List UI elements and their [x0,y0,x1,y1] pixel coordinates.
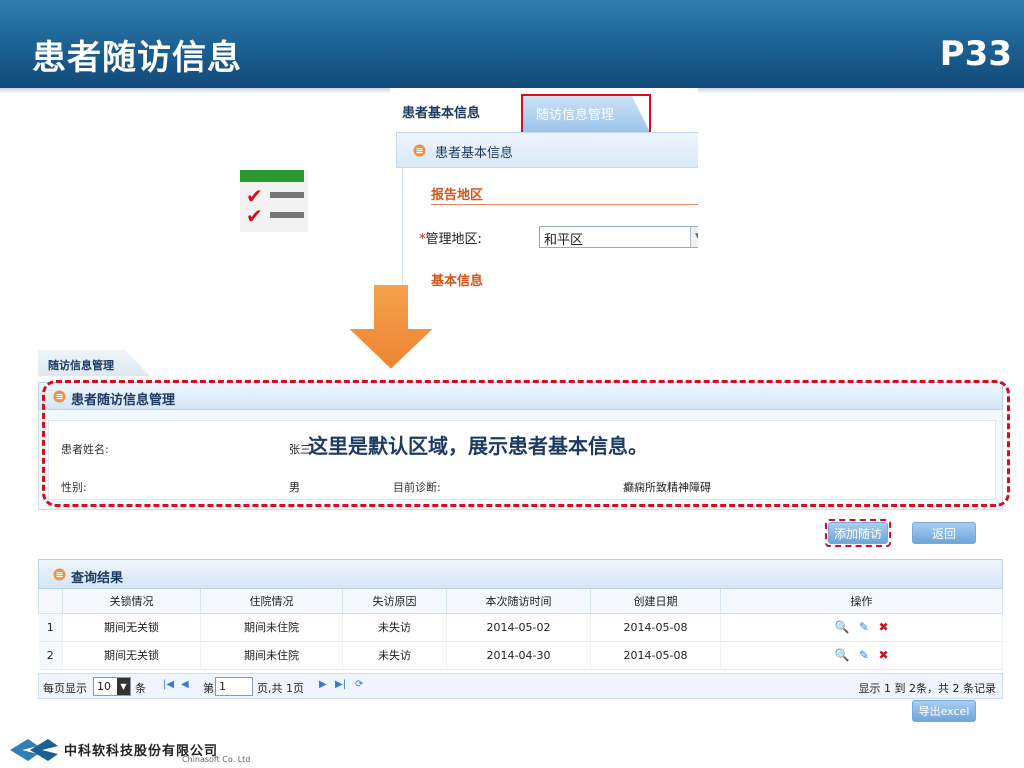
admin-area-select[interactable]: 和平区 ▼ [539,226,698,248]
view-icon[interactable]: 🔍 [834,648,849,662]
column-header[interactable]: 创建日期 [590,589,721,614]
add-button-highlight [825,519,891,547]
delete-icon[interactable]: ✖ [878,648,888,662]
first-page-icon[interactable]: |◀ [163,679,174,690]
per-page-label: 每页显示 [43,682,87,695]
row-number: 2 [38,641,63,670]
heading-divider [431,204,698,205]
section-bullet-icon [53,568,66,581]
back-button[interactable]: 返回 [912,522,976,544]
chevron-down-icon[interactable]: ▼ [117,678,130,695]
default-area-callout: 这里是默认区域，展示患者基本信息。 [308,434,648,458]
section-bullet-icon [413,144,426,157]
column-header[interactable]: 失访原因 [342,589,447,614]
company-name-en: Chinasoft Co. Ltd [182,755,251,764]
cell-created-date: 2014-05-08 [590,613,721,642]
cell-hospitalization: 期间未住院 [200,641,343,670]
tab-highlight-box [521,94,651,134]
checklist-icon: ✔ ✔ [240,170,308,232]
last-page-icon[interactable]: ▶| [335,679,346,690]
delete-icon[interactable]: ✖ [878,620,888,634]
page-suffix: 页,共 1页 [257,682,304,695]
top-tab-bar: 患者基本信息 随访信息管理 [390,88,698,134]
company-logo-icon [10,739,58,761]
slide-page-number: P33 [939,34,1012,74]
edit-icon[interactable]: ✎ [859,648,869,662]
table-header-row: 关锁情况 住院情况 失访原因 本次随访时间 创建日期 操作 [38,589,1003,614]
column-header[interactable]: 本次随访时间 [446,589,591,614]
row-number: 1 [38,613,63,642]
page-number-input[interactable]: 1 [215,677,253,696]
slide-title: 患者随访信息 [32,38,242,78]
cell-operations: 🔍 ✎ ✖ [720,613,1003,642]
tab-follow-up-info[interactable]: 随访信息管理 [38,350,150,376]
cell-visit-time: 2014-04-30 [446,641,591,670]
refresh-icon[interactable]: ⟳ [355,679,363,690]
per-page-unit: 条 [135,682,146,695]
column-header-index [38,589,63,614]
table-row[interactable]: 2 期间无关锁 期间未住院 未失访 2014-04-30 2014-05-08 … [38,641,1003,670]
section-title: 查询结果 [71,571,124,586]
records-summary: 显示 1 到 2条，共 2 条记录 [858,682,996,695]
basic-info-section-header: 患者基本信息 [396,132,698,168]
section-title: 患者基本信息 [435,146,514,161]
pagination-bar: 每页显示 10 ▼ 条 |◀ ◀ 第 1 页,共 1页 ▶ ▶| ⟳ 显示 1 … [38,673,1003,699]
view-icon[interactable]: 🔍 [834,620,849,634]
cell-lock: 期间无关锁 [62,641,201,670]
cell-lost-reason: 未失访 [342,613,447,642]
edit-icon[interactable]: ✎ [859,620,869,634]
results-table: 关锁情况 住院情况 失访原因 本次随访时间 创建日期 操作 1 期间无关锁 期间… [38,589,1003,670]
cell-lost-reason: 未失访 [342,641,447,670]
cell-created-date: 2014-05-08 [590,641,721,670]
cell-operations: 🔍 ✎ ✖ [720,641,1003,670]
column-header[interactable]: 住院情况 [200,589,343,614]
prev-page-icon[interactable]: ◀ [181,679,189,690]
patient-basic-info-screenshot: 患者基本信息 随访信息管理 患者基本信息 报告地区 *管理地区: 和平区 ▼ 基… [390,88,698,288]
per-page-select[interactable]: 10 ▼ [93,677,131,696]
admin-area-label: *管理地区: [419,232,482,247]
cell-hospitalization: 期间未住院 [200,613,343,642]
report-area-heading: 报告地区 [431,188,484,203]
next-page-icon[interactable]: ▶ [319,679,327,690]
basic-info-heading: 基本信息 [431,274,484,288]
chevron-down-icon[interactable]: ▼ [690,227,698,247]
export-excel-button[interactable]: 导出excel [912,700,976,722]
basic-info-form: 报告地区 *管理地区: 和平区 ▼ 基本信息 [402,168,698,288]
tab-patient-basic-info[interactable]: 患者基本信息 [402,102,480,121]
query-results-header: 查询结果 [38,559,1003,589]
down-arrow-icon [345,284,437,372]
slide-header: 患者随访信息 P33 [0,0,1024,94]
table-row[interactable]: 1 期间无关锁 期间未住院 未失访 2014-05-02 2014-05-08 … [38,613,1003,642]
page-prefix: 第 [203,682,214,695]
cell-visit-time: 2014-05-02 [446,613,591,642]
column-header: 操作 [720,589,1003,614]
column-header[interactable]: 关锁情况 [62,589,201,614]
cell-lock: 期间无关锁 [62,613,201,642]
